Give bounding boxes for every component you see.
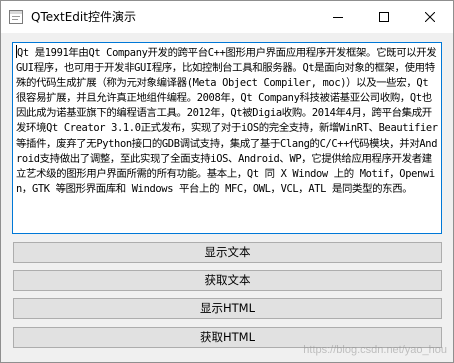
app-icon (9, 10, 23, 24)
show-html-button[interactable]: 显示HTML (13, 298, 442, 319)
maximize-icon (379, 12, 389, 22)
text-edit[interactable]: Qt 是1991年由Qt Company开发的跨平台C++图形用户界面应用程序开… (12, 42, 442, 234)
minimize-button[interactable] (315, 1, 361, 33)
text-edit-content: Qt 是1991年由Qt Company开发的跨平台C++图形用户界面应用程序开… (16, 45, 438, 197)
app-window: QTextEdit控件演示 Qt 是1991年由Qt Company开发的跨平台… (0, 0, 454, 363)
title-bar[interactable]: QTextEdit控件演示 (1, 1, 453, 33)
show-text-button[interactable]: 显示文本 (13, 242, 442, 263)
text-edit-text: Qt 是1991年由Qt Company开发的跨平台C++图形用户界面应用程序开… (16, 47, 438, 195)
get-text-button[interactable]: 获取文本 (13, 270, 442, 291)
window-title: QTextEdit控件演示 (31, 10, 136, 24)
close-icon (425, 12, 435, 22)
central-widget: Qt 是1991年由Qt Company开发的跨平台C++图形用户界面应用程序开… (1, 33, 453, 362)
maximize-button[interactable] (361, 1, 407, 33)
minimize-icon (333, 17, 343, 18)
close-button[interactable] (407, 1, 453, 33)
watermark: https://blog.csdn.net/yao_hou (303, 344, 447, 356)
